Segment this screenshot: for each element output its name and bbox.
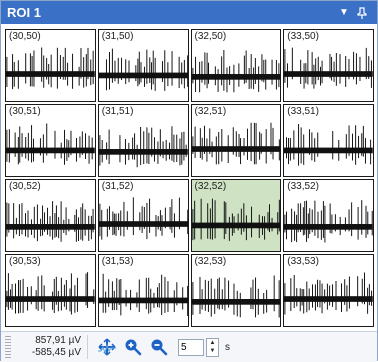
stepper-up-icon[interactable]: ▲ bbox=[207, 339, 218, 347]
fit-scale-icon[interactable] bbox=[96, 336, 118, 358]
electrode-cell[interactable]: (31,53) bbox=[97, 254, 189, 327]
electrode-cell[interactable]: (31,52) bbox=[97, 179, 189, 252]
status-bar: 857,91 µV -585,45 µV 5 ▲ ▼ s bbox=[1, 331, 377, 362]
electrode-grid: (30,50) (31,50) (32,50) (33,50) (30,51) (31,5… bbox=[5, 29, 374, 327]
electrode-cell[interactable]: (31,51) bbox=[97, 104, 189, 177]
dropdown-arrow-icon[interactable]: ▼ bbox=[335, 4, 353, 22]
electrode-cell[interactable]: (33,53) bbox=[283, 254, 374, 327]
electrode-label: (32,53) bbox=[194, 256, 227, 267]
electrode-label: (32,50) bbox=[194, 31, 227, 42]
electrode-cell[interactable]: (30,53) bbox=[5, 254, 96, 327]
electrode-cell[interactable]: (32,51) bbox=[190, 104, 282, 177]
time-unit: s bbox=[225, 341, 230, 353]
electrode-label: (30,52) bbox=[9, 181, 41, 192]
electrode-cell[interactable]: (33,50) bbox=[283, 29, 374, 102]
electrode-cell[interactable]: (32,53) bbox=[190, 254, 282, 327]
electrode-label: (30,53) bbox=[9, 256, 41, 267]
zoom-out-icon[interactable] bbox=[148, 336, 170, 358]
electrode-label: (31,50) bbox=[101, 31, 134, 42]
zoom-in-icon[interactable] bbox=[122, 336, 144, 358]
time-window-input[interactable] bbox=[178, 338, 204, 356]
electrode-cell[interactable]: (30,50) bbox=[5, 29, 96, 102]
electrode-label: (31,52) bbox=[101, 181, 134, 192]
window-title: ROI 1 bbox=[7, 5, 41, 20]
min-amplitude: -585,45 µV bbox=[31, 347, 81, 358]
roi-window: ROI 1 ▼ (30,50) (31,50) (32,50) (33,50) (30,… bbox=[0, 0, 378, 362]
time-window-stepper: ▲ ▼ bbox=[178, 337, 219, 357]
electrode-label: (31,51) bbox=[101, 106, 134, 117]
electrode-label: (30,51) bbox=[9, 106, 41, 117]
electrode-label: (33,51) bbox=[287, 106, 319, 117]
electrode-label: (33,52) bbox=[287, 181, 319, 192]
pin-icon[interactable] bbox=[353, 4, 371, 22]
amplitude-readout: 857,91 µV -585,45 µV bbox=[11, 335, 88, 359]
stepper-buttons: ▲ ▼ bbox=[206, 337, 219, 357]
electrode-label: (32,51) bbox=[194, 106, 227, 117]
electrode-label: (33,53) bbox=[287, 256, 319, 267]
electrode-cell[interactable]: (30,52) bbox=[5, 179, 96, 252]
electrode-cell[interactable]: (30,51) bbox=[5, 104, 96, 177]
electrode-cell[interactable]: (31,50) bbox=[97, 29, 189, 102]
electrode-cell[interactable]: (32,52) bbox=[190, 179, 282, 252]
electrode-label: (32,52) bbox=[194, 181, 227, 192]
electrode-label: (31,53) bbox=[101, 256, 134, 267]
electrode-label: (30,50) bbox=[9, 31, 41, 42]
electrode-cell[interactable]: (33,51) bbox=[283, 104, 374, 177]
title-bar: ROI 1 ▼ bbox=[1, 1, 377, 24]
electrode-cell[interactable]: (32,50) bbox=[190, 29, 282, 102]
electrode-label: (33,50) bbox=[287, 31, 319, 42]
max-amplitude: 857,91 µV bbox=[35, 335, 81, 346]
stepper-down-icon[interactable]: ▼ bbox=[207, 347, 218, 355]
electrode-cell[interactable]: (33,52) bbox=[283, 179, 374, 252]
